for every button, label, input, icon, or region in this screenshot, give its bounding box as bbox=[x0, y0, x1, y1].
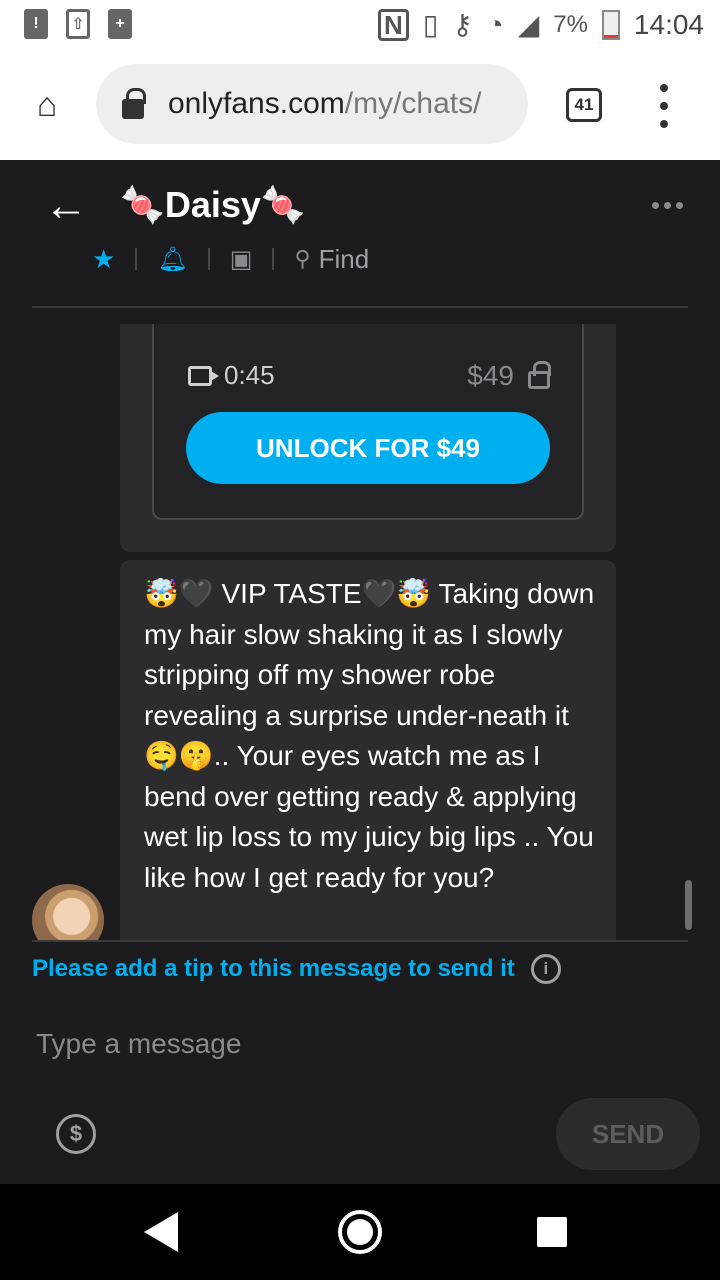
browser-menu-icon[interactable] bbox=[654, 84, 674, 128]
tab-switcher-button[interactable]: 41 bbox=[566, 88, 602, 122]
video-camera-icon bbox=[188, 365, 219, 386]
duration-label: 0:45 bbox=[224, 360, 275, 390]
media-price: $49 bbox=[467, 360, 551, 392]
back-arrow-icon[interactable]: ← bbox=[44, 184, 88, 228]
android-navigation-bar bbox=[0, 1184, 720, 1280]
status-bar: ! ⇧ + N ▯ ⚷ ◔ ◢ 7% 14:04 bbox=[0, 0, 720, 50]
nav-recents-icon[interactable] bbox=[537, 1217, 567, 1247]
divider bbox=[272, 248, 275, 270]
scrollbar[interactable] bbox=[685, 880, 692, 930]
tip-dollar-icon[interactable]: $ bbox=[56, 1114, 96, 1154]
info-icon[interactable]: i bbox=[530, 954, 561, 984]
battery-icon bbox=[601, 9, 620, 40]
find-button[interactable]: ⚲ Find bbox=[294, 244, 369, 275]
chat-title[interactable]: 🍬Daisy🍬 bbox=[120, 184, 306, 226]
send-button[interactable]: SEND bbox=[556, 1098, 700, 1170]
divider bbox=[32, 940, 688, 942]
lock-icon bbox=[122, 88, 146, 119]
url-domain: onlyfans.com bbox=[168, 87, 345, 120]
tip-notice: Please add a tip to this message to send… bbox=[32, 954, 561, 984]
divider bbox=[32, 306, 688, 308]
padlock-icon bbox=[528, 361, 551, 389]
image-icon[interactable]: ▣ bbox=[230, 245, 253, 274]
chat-header: ← 🍬Daisy🍬 ★ 🔔︎ ▣ ⚲ Find bbox=[0, 160, 720, 308]
media-duration: 0:45 bbox=[188, 360, 275, 391]
system-icons: N ▯ ⚷ ◔ ◢ 7% 14:04 bbox=[378, 8, 704, 41]
text-message: 🤯🖤 VIP TASTE🖤🤯 Taking down my hair slow … bbox=[120, 560, 616, 940]
upload-icon: ⇧ bbox=[66, 9, 90, 39]
price-label: $49 bbox=[467, 360, 514, 391]
signal-icon: ◢ bbox=[517, 9, 540, 40]
star-icon[interactable]: ★ bbox=[92, 244, 115, 275]
divider bbox=[135, 248, 138, 270]
key-icon: ⚷ bbox=[452, 9, 473, 40]
divider bbox=[207, 248, 210, 270]
url-path: /my/chats/ bbox=[344, 87, 482, 120]
message-input[interactable] bbox=[36, 1022, 676, 1066]
clock: 14:04 bbox=[633, 8, 704, 40]
url-field[interactable]: onlyfans.com/my/chats/ bbox=[96, 64, 528, 144]
url-text: onlyfans.com/my/chats/ bbox=[168, 87, 481, 121]
chat-screen: ← 🍬Daisy🍬 ★ 🔔︎ ▣ ⚲ Find 0:45 $49 UNLOCK … bbox=[0, 160, 720, 1184]
tip-notice-text: Please add a tip to this message to send… bbox=[32, 955, 515, 982]
alert-icon: ! bbox=[24, 9, 48, 39]
wifi-icon: ◔ bbox=[486, 8, 504, 40]
unlock-button[interactable]: UNLOCK FOR $49 bbox=[186, 412, 550, 484]
battery-saver-icon: + bbox=[108, 9, 132, 39]
browser-toolbar: ⌂ onlyfans.com/my/chats/ 41 bbox=[0, 50, 720, 160]
bell-icon[interactable]: 🔔︎ bbox=[157, 245, 187, 274]
avatar[interactable] bbox=[32, 884, 104, 940]
nav-home-icon[interactable] bbox=[338, 1210, 382, 1254]
message-list[interactable]: 0:45 $49 UNLOCK FOR $49 🤯🖤 VIP TASTE🖤🤯 T… bbox=[0, 324, 720, 940]
locked-media-message: 0:45 $49 UNLOCK FOR $49 bbox=[120, 324, 616, 552]
find-label: Find bbox=[318, 243, 370, 274]
nav-back-icon[interactable] bbox=[144, 1212, 178, 1252]
chat-toolbar: ★ 🔔︎ ▣ ⚲ Find bbox=[92, 244, 369, 274]
vibrate-icon: ▯ bbox=[422, 9, 439, 40]
nfc-icon: N bbox=[378, 8, 409, 41]
battery-percent: 7% bbox=[553, 10, 588, 38]
message-text: 🤯🖤 VIP TASTE🖤🤯 Taking down my hair slow … bbox=[144, 578, 595, 893]
notification-icons: ! ⇧ + bbox=[24, 9, 132, 39]
search-icon: ⚲ bbox=[294, 246, 311, 271]
home-icon[interactable]: ⌂ bbox=[28, 86, 66, 124]
more-options-icon[interactable] bbox=[652, 202, 683, 209]
locked-media-card: 0:45 $49 UNLOCK FOR $49 bbox=[152, 324, 584, 520]
